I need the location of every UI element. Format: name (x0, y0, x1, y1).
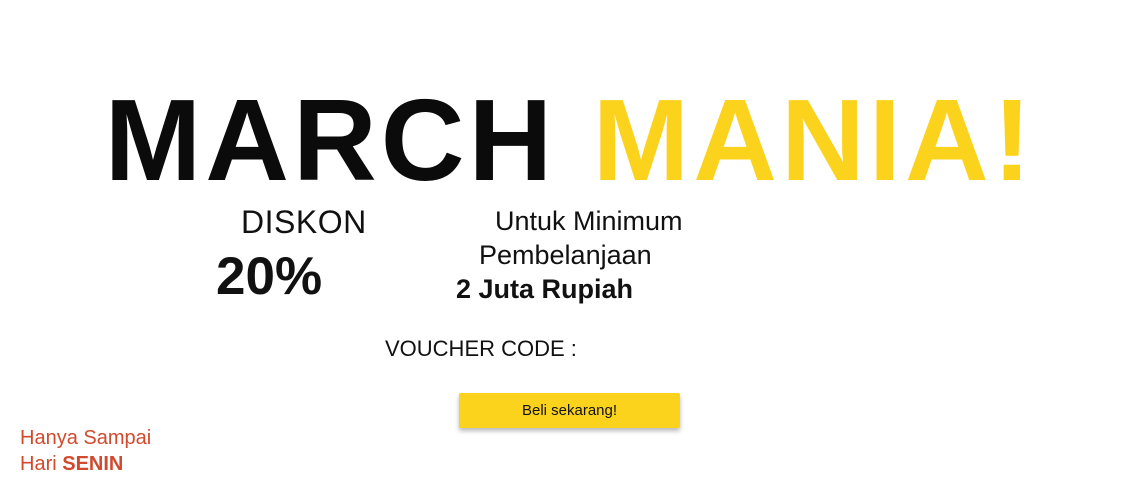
deadline-notice: Hanya Sampai Hari SENIN (20, 425, 151, 477)
promo-headline: MARCH MANIA! (0, 78, 1140, 202)
headline-word-march: MARCH (104, 75, 557, 205)
discount-value: 20% (216, 247, 323, 306)
discount-label: DISKON (241, 204, 367, 240)
minimum-amount: 2 Juta Rupiah (456, 274, 634, 304)
voucher-code-label: VOUCHER CODE : (385, 336, 577, 361)
deadline-line2: Hari SENIN (20, 451, 151, 477)
deadline-prefix: Hari (20, 453, 63, 475)
minimum-text-line2: Pembelanjaan (479, 240, 652, 270)
minimum-text-line1: Untuk Minimum (495, 206, 683, 236)
deadline-day: SENIN (62, 453, 124, 475)
deadline-line1: Hanya Sampai (20, 427, 152, 449)
headline-word-mania: MANIA! (592, 75, 1036, 205)
buy-now-button[interactable]: Beli sekarang! (459, 393, 680, 428)
